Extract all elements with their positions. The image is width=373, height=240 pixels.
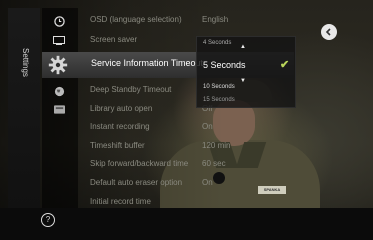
menu-row[interactable]: OSD (language selection) English	[90, 15, 290, 27]
menu-row[interactable]: Timeshift buffer 120 min	[90, 141, 290, 153]
menu-row-value: On	[202, 122, 213, 131]
menu-row[interactable]: Instant recording On	[90, 122, 290, 134]
dropdown-option[interactable]: 15 Seconds	[203, 97, 235, 103]
menu-row-label: Timeshift buffer	[90, 141, 145, 150]
checkmark-icon: ✔	[280, 59, 290, 71]
menu-row-label: Skip forward/backward time	[90, 159, 189, 168]
globe-icon[interactable]	[51, 84, 67, 98]
menu-row-value: On	[202, 178, 213, 187]
menu-row-label-selected: Service Information Timeout	[91, 58, 204, 68]
storage-icon[interactable]	[51, 102, 67, 116]
menu-row-value: 60 sec	[202, 159, 226, 168]
dropdown-selected-option[interactable]: 5 Seconds	[203, 60, 246, 70]
menu-row-value: 120 min	[202, 141, 231, 150]
settings-label: Settings	[21, 48, 30, 77]
clock-icon[interactable]	[51, 14, 67, 28]
menu-row[interactable]: Skip forward/backward time 60 sec	[90, 159, 290, 171]
screen-icon[interactable]	[51, 33, 67, 47]
tv-screen: SPANKA Settings OSD (l	[0, 0, 373, 240]
menu-row[interactable]: Default auto eraser option On	[90, 178, 290, 190]
help-icon[interactable]: ?	[41, 213, 55, 227]
dropdown-option[interactable]: 10 Seconds	[203, 84, 235, 90]
menu-row-value: English	[202, 15, 229, 24]
menu-row-label: Deep Standby Timeout	[90, 85, 172, 94]
menu-row-label: Initial record time	[90, 197, 151, 206]
chevron-up-icon[interactable]: ▲	[240, 44, 246, 50]
dropdown-option[interactable]: 4 Seconds	[203, 40, 231, 46]
menu-row-label: Default auto eraser option	[90, 178, 183, 187]
settings-sidebar	[8, 8, 40, 208]
menu-row-label: Library auto open	[90, 104, 153, 113]
bottom-bar	[0, 208, 373, 240]
menu-row-label: Instant recording	[90, 122, 150, 131]
menu-row-label: OSD (language selection)	[90, 15, 182, 24]
gear-icon[interactable]	[44, 52, 72, 78]
chevron-down-icon[interactable]: ▼	[240, 78, 246, 84]
menu-row-label: Screen saver	[90, 35, 138, 44]
back-button[interactable]	[321, 24, 337, 40]
